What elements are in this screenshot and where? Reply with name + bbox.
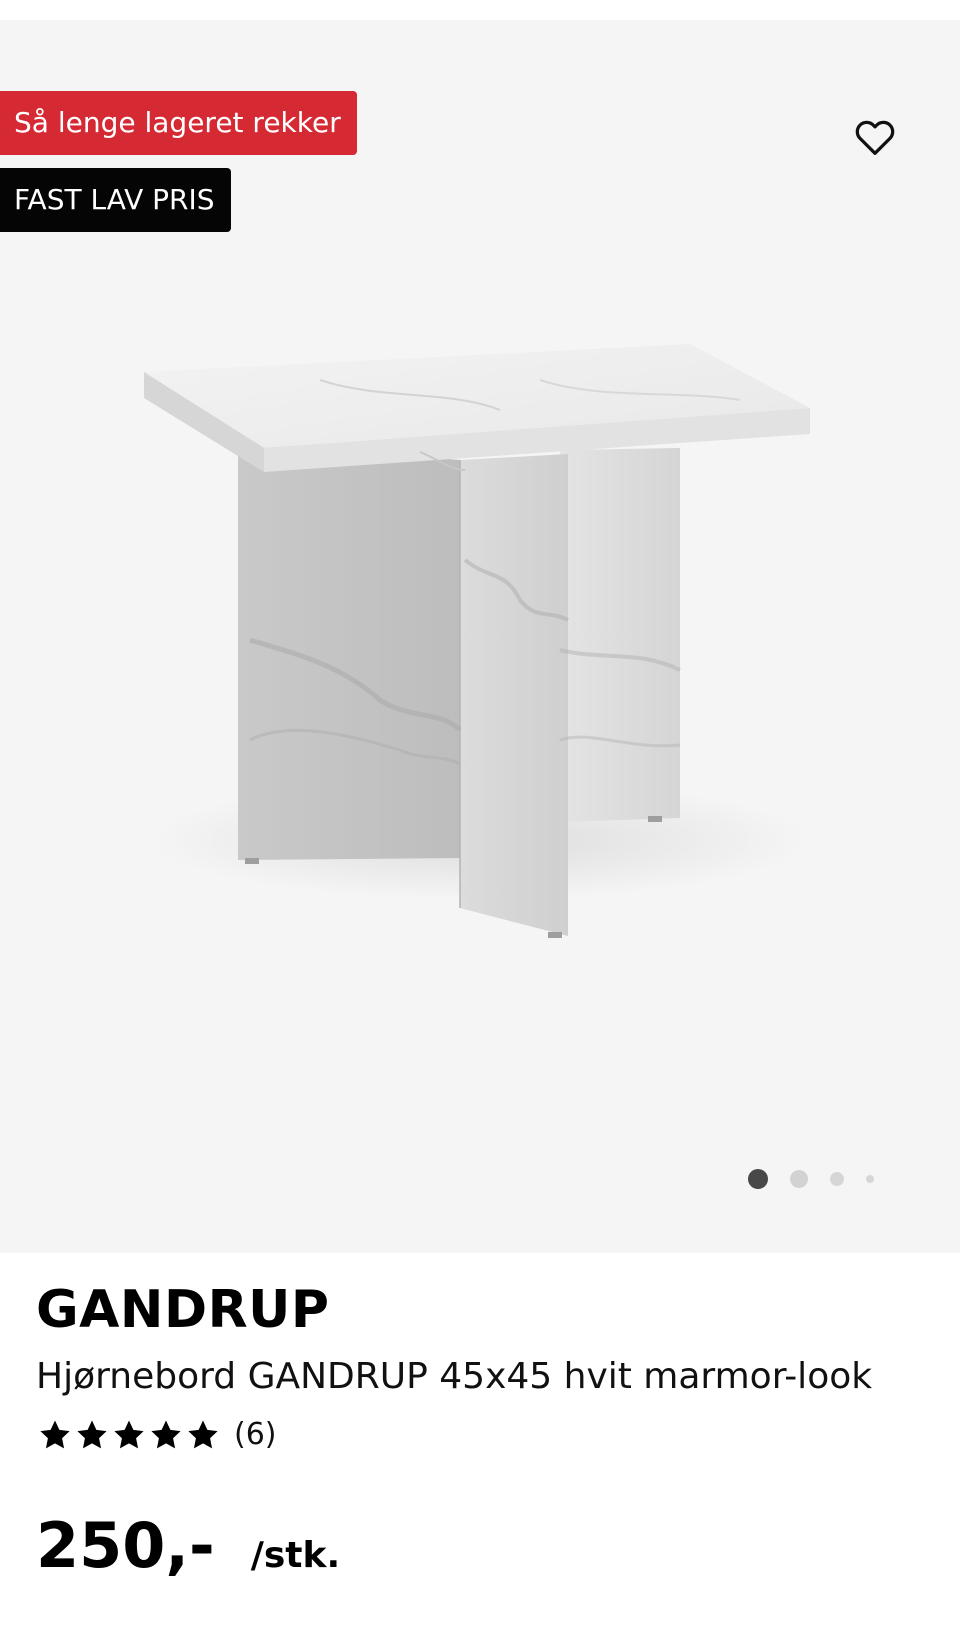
product-price: 250,- xyxy=(36,1509,215,1582)
carousel-dot-4[interactable] xyxy=(866,1175,874,1183)
carousel-dot-1[interactable] xyxy=(748,1169,768,1189)
carousel-dot-3[interactable] xyxy=(830,1172,844,1186)
star-icon xyxy=(151,1420,181,1448)
star-icon xyxy=(40,1420,70,1448)
heart-outline-icon xyxy=(855,120,895,155)
price-unit: /stk. xyxy=(250,1535,341,1576)
carousel-indicator xyxy=(748,1166,874,1192)
product-brand[interactable]: GANDRUP xyxy=(36,1277,330,1343)
stock-badge: Så lenge lageret rekker xyxy=(0,91,357,155)
product-image xyxy=(144,344,810,938)
favorite-button[interactable] xyxy=(852,114,898,160)
star-icon xyxy=(77,1420,107,1448)
rating-stars xyxy=(38,1418,220,1452)
product-page: Så lenge lageret rekker FAST LAV PRIS GA… xyxy=(0,0,960,1641)
fixed-low-price-badge: FAST LAV PRIS xyxy=(0,168,231,232)
product-description[interactable]: Hjørnebord GANDRUP 45x45 hvit marmor-loo… xyxy=(36,1353,872,1401)
product-image-gallery[interactable]: Så lenge lageret rekker FAST LAV PRIS xyxy=(0,20,960,1253)
review-count: (6) xyxy=(234,1417,277,1452)
star-icon xyxy=(188,1420,218,1448)
price-row: 250,- /stk. xyxy=(36,1509,340,1582)
star-icon xyxy=(114,1420,144,1448)
product-rating[interactable]: (6) xyxy=(38,1417,277,1452)
carousel-dot-2[interactable] xyxy=(790,1170,808,1188)
